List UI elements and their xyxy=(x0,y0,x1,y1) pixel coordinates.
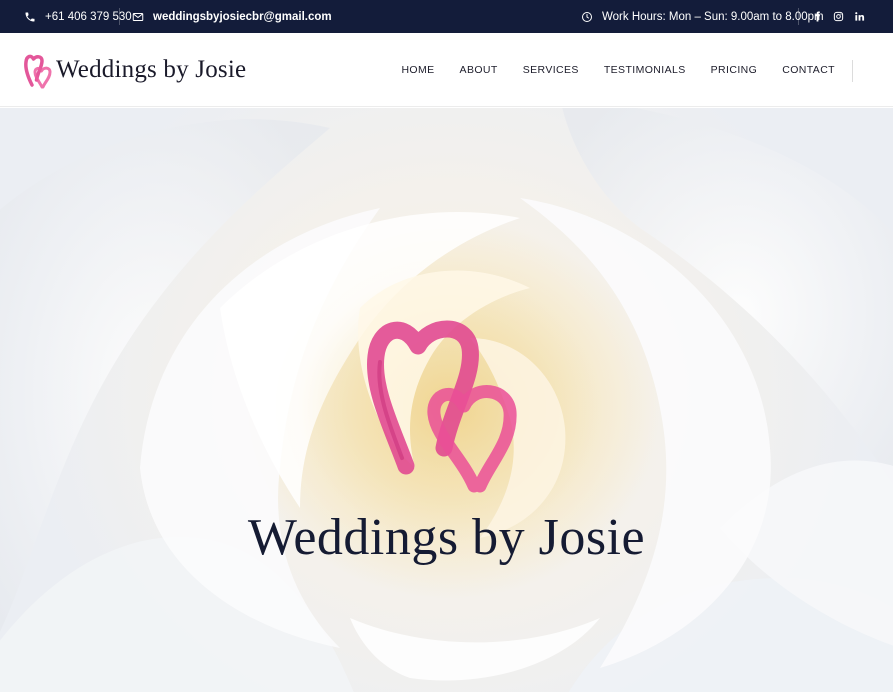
hero-title: Weddings by Josie xyxy=(247,509,646,566)
nav-item-home[interactable]: HOME xyxy=(401,64,434,76)
brand-name: Weddings by Josie xyxy=(56,56,247,83)
brand-home-link[interactable]: Weddings by Josie xyxy=(23,51,246,89)
linkedin-icon[interactable] xyxy=(852,10,866,24)
nav-item-contact[interactable]: CONTACT xyxy=(782,64,835,76)
clock-icon xyxy=(580,10,594,24)
nav-item-testimonials[interactable]: TESTIMONIALS xyxy=(604,64,686,76)
email-address: weddingsbyjosiecbr@gmail.com xyxy=(153,10,332,23)
main-navigation: HOME ABOUT SERVICES TESTIMONIALS PRICING… xyxy=(376,33,835,107)
topbar-divider xyxy=(119,8,120,25)
email-contact[interactable]: weddingsbyjosiecbr@gmail.com xyxy=(131,0,332,33)
hero-banner: Weddings by Josie xyxy=(0,108,893,692)
topbar-divider xyxy=(798,8,799,25)
double-heart-logo xyxy=(366,320,517,493)
nav-item-pricing[interactable]: PRICING xyxy=(711,64,758,76)
header-divider xyxy=(852,60,853,82)
nav-item-about[interactable]: ABOUT xyxy=(460,64,498,76)
work-hours-text: Work Hours: Mon – Sun: 9.00am to 8.00pm xyxy=(602,10,824,23)
nav-item-services[interactable]: SERVICES xyxy=(523,64,579,76)
phone-icon xyxy=(23,10,37,24)
work-hours: Work Hours: Mon – Sun: 9.00am to 8.00pm xyxy=(580,0,824,33)
phone-contact[interactable]: +61 406 379 530 xyxy=(23,0,132,33)
social-links xyxy=(803,0,866,33)
facebook-icon[interactable] xyxy=(810,10,824,24)
site-header: Weddings by Josie HOME ABOUT SERVICES TE… xyxy=(0,33,893,107)
double-heart-logo xyxy=(24,54,52,89)
envelope-icon xyxy=(131,10,145,24)
instagram-icon[interactable] xyxy=(831,10,845,24)
top-info-bar: +61 406 379 530 weddingsbyjosiecbr@gmail… xyxy=(0,0,893,33)
